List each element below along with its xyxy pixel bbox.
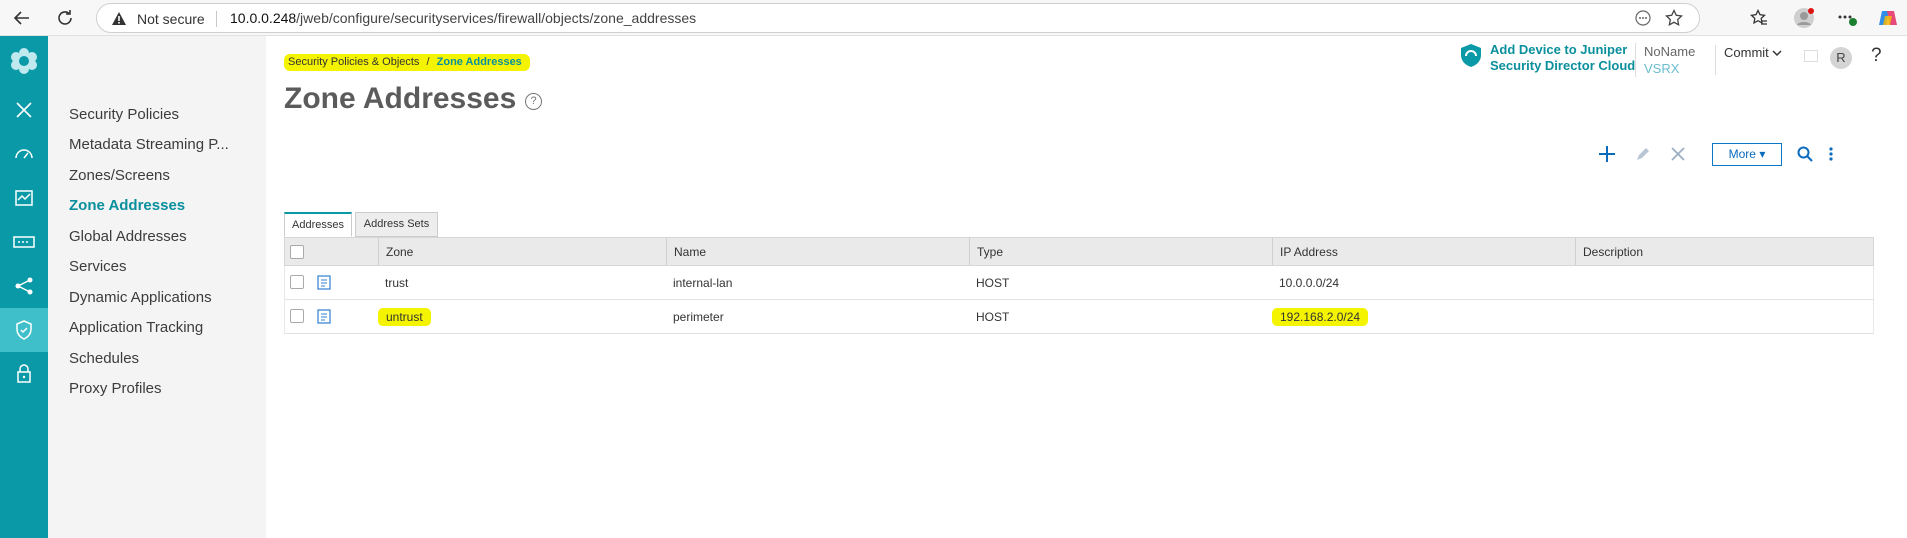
row-checkbox[interactable] [290,275,304,289]
document-icon[interactable] [317,309,331,329]
add-device-line2: Security Director Cloud [1490,58,1636,73]
cell-zone: trust [385,275,409,290]
highlighted-zone: untrust [378,307,431,326]
cell-type: HOST [976,309,1010,324]
favorites-icon[interactable] [1747,6,1771,30]
profile-avatar-icon[interactable] [1792,6,1816,30]
back-icon[interactable] [10,6,34,30]
highlighted-ip: 192.168.2.0/24 [1272,307,1369,326]
menu-item-security-policies[interactable]: Security Policies [69,106,179,123]
url-text[interactable]: 10.0.0.248/jweb/configure/securityservic… [230,10,696,26]
menu-item-services[interactable]: Services [69,258,127,275]
more-button[interactable]: More ▾ [1712,143,1782,166]
select-all-checkbox[interactable] [290,245,304,259]
column-header-zone[interactable]: Zone [378,238,666,265]
help-button[interactable]: ? [1871,45,1882,67]
breadcrumb-parent[interactable]: Security Policies & Objects [288,56,419,68]
cell-ip-address: 192.168.2.0/24 [1265,300,1369,333]
juniper-cloud-icon [1458,42,1484,73]
security-status: Not secure [137,11,205,27]
add-device-link[interactable]: Add Device to Juniper Security Director … [1458,42,1635,74]
user-avatar[interactable]: R [1830,47,1852,69]
cell-name: internal-lan [673,275,733,290]
delete-icon[interactable] [1667,142,1689,166]
table-row[interactable]: trust internal-lan HOST 10.0.0.0/24 [284,266,1874,300]
device-info: NoName VSRX [1635,43,1695,77]
security-submenu: Security Policies Metadata Streaming P..… [48,36,266,538]
menu-item-dynamic-applications[interactable]: Dynamic Applications [69,289,212,306]
breadcrumb: Security Policies & Objects / Zone Addre… [284,54,530,71]
commit-label: Commit [1724,45,1769,60]
cell-type: HOST [976,275,1010,290]
extensions-menu-icon[interactable] [1836,6,1860,30]
add-icon[interactable] [1596,142,1618,166]
more-options-icon[interactable] [1635,10,1651,31]
menu-item-zones-screens[interactable]: Zones/Screens [69,167,170,184]
cell-name: perimeter [673,309,724,324]
main-content: Security Policies & Objects / Zone Addre… [266,36,1907,538]
menu-item-proxy-profiles[interactable]: Proxy Profiles [69,380,162,397]
page-title: Zone Addresses [284,82,517,115]
dashboard-icon[interactable] [0,132,48,176]
edit-icon[interactable] [1632,142,1654,166]
notification-icon[interactable] [1804,50,1818,62]
security-shield-icon[interactable] [0,308,48,352]
document-icon[interactable] [317,275,331,295]
favorite-star-icon[interactable] [1665,8,1683,32]
cell-description [1575,300,1582,333]
device-model: VSRX [1644,61,1680,76]
grid-header: Zone Name Type IP Address Description [284,237,1874,266]
column-header-type[interactable]: Type [969,238,1272,265]
column-header-ip-address[interactable]: IP Address [1272,238,1575,265]
row-checkbox[interactable] [290,309,304,323]
header-select-all [285,238,378,265]
close-icon[interactable] [0,88,48,132]
column-header-name[interactable]: Name [666,238,969,265]
add-device-line1: Add Device to Juniper [1490,42,1628,57]
cell-zone: untrust [371,300,431,333]
address-bar[interactable]: Not secure 10.0.0.248/jweb/configure/sec… [96,3,1700,33]
table-row[interactable]: untrust perimeter HOST 192.168.2.0/24 [284,300,1874,334]
column-header-description[interactable]: Description [1575,238,1875,265]
menu-item-metadata-streaming[interactable]: Metadata Streaming P... [69,136,229,153]
chevron-down-icon [1772,45,1782,60]
commit-dropdown[interactable]: Commit [1715,45,1782,75]
kebab-menu-icon[interactable] [1824,142,1838,166]
breadcrumb-separator: / [426,56,430,68]
device-icon[interactable] [0,220,48,264]
copilot-icon[interactable] [1876,6,1900,30]
cell-description [1575,266,1582,299]
browser-toolbar: Not secure 10.0.0.248/jweb/configure/sec… [0,0,1907,36]
device-name: NoName [1644,44,1696,59]
tab-addresses[interactable]: Addresses [284,212,352,237]
warning-icon[interactable] [111,11,127,31]
juniper-logo-icon[interactable] [0,36,48,86]
tab-address-sets[interactable]: Address Sets [355,212,438,237]
network-icon[interactable] [0,264,48,308]
help-icon[interactable]: ? [525,93,542,110]
menu-item-zone-addresses[interactable]: Zone Addresses [69,197,185,214]
monitor-icon[interactable] [0,176,48,220]
breadcrumb-current: Zone Addresses [436,56,522,68]
cell-ip-address: 10.0.0.0/24 [1279,275,1340,290]
lock-icon[interactable] [0,352,48,396]
divider [216,11,217,27]
menu-item-schedules[interactable]: Schedules [69,350,139,367]
reload-icon[interactable] [53,6,77,30]
menu-item-global-addresses[interactable]: Global Addresses [69,228,187,245]
nav-rail [0,36,48,538]
grid-toolbar: More ▾ [266,142,1907,172]
search-icon[interactable] [1794,142,1816,166]
zone-address-grid: Zone Name Type IP Address Description tr… [284,237,1874,334]
menu-item-application-tracking[interactable]: Application Tracking [69,319,203,336]
